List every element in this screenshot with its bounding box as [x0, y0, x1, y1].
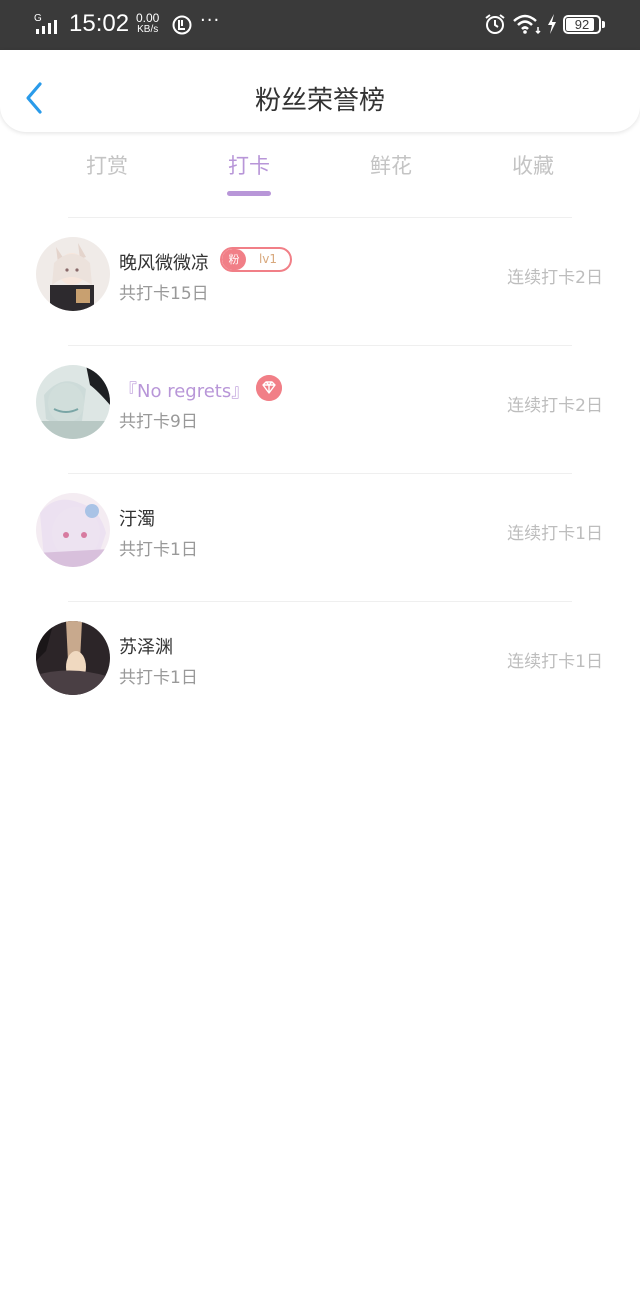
header: 粉丝荣誉榜 — [0, 50, 640, 132]
app-notification-icon — [172, 15, 192, 35]
clock: 15:02 — [69, 10, 130, 37]
avatar[interactable] — [36, 621, 110, 695]
total-checkins: 共打卡1日 — [119, 668, 198, 688]
alarm-icon — [485, 14, 505, 34]
network-type: G — [34, 13, 42, 24]
active-tab-indicator — [227, 191, 271, 196]
user-name: 汙濁 — [119, 509, 155, 530]
tab-checkin[interactable]: 打卡 — [179, 150, 319, 180]
network-speed-unit: KB/s — [137, 24, 159, 35]
more-notifications-icon: ··· — [200, 10, 221, 31]
tab-reward[interactable]: 打赏 — [37, 150, 177, 180]
list-item[interactable]: 苏泽渊 共打卡1日 连续打卡1日 — [0, 601, 640, 729]
diamond-icon — [256, 375, 282, 401]
user-name: 『No regrets』 — [119, 381, 250, 402]
total-checkins: 共打卡9日 — [119, 412, 198, 432]
divider — [68, 345, 572, 346]
list-item[interactable]: 晚风微微凉 粉 lv1 共打卡15日 连续打卡2日 — [0, 217, 640, 345]
charging-icon — [548, 14, 556, 34]
divider — [68, 217, 572, 218]
battery-tip — [602, 21, 605, 28]
battery-percent: 92 — [574, 17, 590, 32]
consecutive-checkins: 连续打卡1日 — [507, 652, 603, 672]
total-checkins: 共打卡1日 — [119, 540, 198, 560]
fan-badge-label: 粉 — [222, 249, 246, 270]
status-bar: G 15:02 0.00 KB/s ··· 92 — [0, 0, 640, 50]
page-title: 粉丝荣誉榜 — [254, 86, 385, 116]
fan-ranking-list: 晚风微微凉 粉 lv1 共打卡15日 连续打卡2日 『No regrets』 共… — [0, 217, 640, 729]
list-item[interactable]: 『No regrets』 共打卡9日 连续打卡2日 — [0, 345, 640, 473]
consecutive-checkins: 连续打卡2日 — [507, 396, 603, 416]
fan-badge-level: lv1 — [258, 252, 278, 266]
total-checkins: 共打卡15日 — [119, 284, 209, 304]
cellular-signal-icon: G — [34, 13, 57, 34]
avatar[interactable] — [36, 493, 110, 567]
wifi-icon — [513, 14, 541, 35]
avatar[interactable] — [36, 237, 110, 311]
consecutive-checkins: 连续打卡1日 — [507, 524, 603, 544]
user-name: 苏泽渊 — [119, 637, 173, 658]
divider — [68, 601, 572, 602]
divider — [68, 473, 572, 474]
list-item[interactable]: 汙濁 共打卡1日 连续打卡1日 — [0, 473, 640, 601]
tab-favorites[interactable]: 收藏 — [463, 150, 603, 180]
avatar[interactable] — [36, 365, 110, 439]
network-speed: 0.00 KB/s — [136, 12, 159, 36]
consecutive-checkins: 连续打卡2日 — [507, 268, 603, 288]
tab-flowers[interactable]: 鲜花 — [321, 150, 461, 180]
network-speed-value: 0.00 — [136, 11, 160, 25]
tab-bar: 打赏 打卡 鲜花 收藏 — [0, 150, 640, 200]
battery-icon: 92 — [563, 15, 601, 34]
fan-level-badge: 粉 lv1 — [220, 247, 292, 272]
user-name: 晚风微微凉 — [119, 253, 209, 274]
